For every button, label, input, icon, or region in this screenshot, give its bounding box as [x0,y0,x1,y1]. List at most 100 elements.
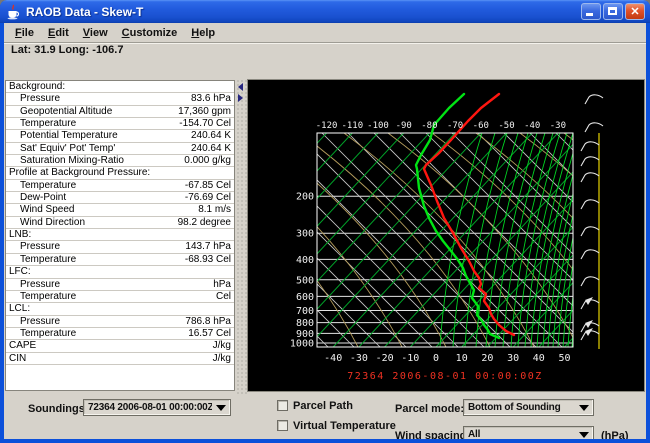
table-row[interactable]: LCL: [6,303,234,315]
row-label: Temperature [9,118,179,129]
soundings-value: 72364 2006-08-01 00:00:00Z [88,402,212,413]
table-row[interactable]: Saturation Mixing-Ratio0.000 g/kg [6,155,234,167]
main-area: Background:Pressure83.6 hPaGeopotential … [4,79,646,394]
row-label: Wind Direction [9,217,178,228]
maximize-button[interactable] [603,3,623,20]
svg-text:-110: -110 [341,121,363,131]
svg-text:-70: -70 [447,121,463,131]
skew-t-chart[interactable]: -120-110-100-90-80-70-60-50-40-30-40-30-… [247,79,645,392]
wind-spacing-label: Wind spacing: [395,430,470,439]
table-row[interactable]: PressurehPa [6,279,234,291]
checkbox-box[interactable] [277,400,288,411]
row-value: J/kg [213,340,231,351]
svg-text:-20: -20 [376,353,394,364]
row-label: LCL: [9,303,231,314]
row-value: 98.2 degree [178,217,231,228]
row-label: Geopotential Altitude [9,106,178,117]
svg-text:50: 50 [558,353,570,364]
svg-text:600: 600 [296,292,314,303]
table-row[interactable]: Background: [6,81,234,93]
row-label: Wind Speed [9,204,198,215]
table-row[interactable]: CINJ/kg [6,353,234,365]
svg-text:40: 40 [533,353,545,364]
svg-text:-10: -10 [401,353,419,364]
table-row[interactable]: Temperature-154.70 Cel [6,118,234,130]
table-row[interactable]: Profile at Background Pressure: [6,167,234,179]
table-row[interactable]: Wind Direction98.2 degree [6,217,234,229]
row-label: LFC: [9,266,231,277]
menubar: FileEditViewCustomizeHelp [4,23,646,43]
table-row[interactable]: LNB: [6,229,234,241]
row-label: Temperature [9,180,185,191]
checkbox-label: Parcel Path [293,400,353,412]
sounding-data-table: Background:Pressure83.6 hPaGeopotential … [5,80,235,391]
dropdown-arrow-icon [216,405,226,411]
table-row[interactable]: Pressure786.8 hPa [6,316,234,328]
row-label: CIN [9,353,213,364]
svg-text:-40: -40 [524,121,540,131]
row-label: Potential Temperature [9,130,191,141]
collapse-right-icon[interactable] [238,94,243,102]
svg-text:-100: -100 [367,121,389,131]
split-pane-divider[interactable] [236,79,247,394]
menu-help[interactable]: Help [184,25,222,41]
parcel-mode-value: Bottom of Sounding [468,402,575,413]
row-label: Pressure [9,316,185,327]
table-row[interactable]: Dew-Point-76.69 Cel [6,192,234,204]
table-row[interactable]: LFC: [6,266,234,278]
menu-file[interactable]: File [8,25,41,41]
table-row[interactable]: CAPEJ/kg [6,340,234,352]
checkbox-box[interactable] [277,420,288,431]
svg-text:-90: -90 [396,121,412,131]
row-label: Dew-Point [9,192,185,203]
svg-text:-40: -40 [324,353,342,364]
svg-text:72364 2006-08-01 00:00:00Z: 72364 2006-08-01 00:00:00Z [347,371,543,382]
row-value: -76.69 Cel [185,192,231,203]
row-label: Pressure [9,93,191,104]
checkbox-virtual-temperature[interactable]: Virtual Temperature [277,419,396,432]
checkbox-parcel-path[interactable]: Parcel Path [277,399,353,412]
window-title: RAOB Data - Skew-T [26,5,581,19]
menu-view[interactable]: View [76,25,115,41]
row-value: 0.000 g/kg [184,155,231,166]
table-row[interactable]: Pressure83.6 hPa [6,93,234,105]
lat-long-label: Lat: 31.9 Long: -106.7 [4,43,646,58]
table-row[interactable]: Temperature16.57 Cel [6,328,234,340]
row-label: Temperature [9,328,188,339]
close-button[interactable]: ✕ [625,3,645,20]
row-value: J/kg [213,353,231,364]
menu-customize[interactable]: Customize [115,25,185,41]
menu-edit[interactable]: Edit [41,25,76,41]
row-value: 240.64 K [191,130,231,141]
svg-text:400: 400 [296,255,314,266]
table-row[interactable]: Potential Temperature240.64 K [6,130,234,142]
row-label: Profile at Background Pressure: [9,167,231,178]
parcel-mode-combobox[interactable]: Bottom of Sounding [463,399,594,416]
row-label: LNB: [9,229,231,240]
row-label: Temperature [9,291,216,302]
svg-text:-50: -50 [498,121,514,131]
svg-text:1000: 1000 [290,339,314,350]
collapse-left-icon[interactable] [238,83,243,91]
row-label: Pressure [9,241,185,252]
row-value: 17,360 gpm [178,106,231,117]
svg-text:-80: -80 [421,121,437,131]
table-row[interactable]: Sat' Equiv' Pot' Temp'240.64 K [6,143,234,155]
minimize-button[interactable] [581,3,601,20]
app-window: RAOB Data - Skew-T ✕ FileEditViewCustomi… [0,0,650,443]
table-row[interactable]: TemperatureCel [6,291,234,303]
table-row[interactable]: Temperature-68.93 Cel [6,254,234,266]
soundings-combobox[interactable]: 72364 2006-08-01 00:00:00Z [83,399,231,416]
svg-text:0: 0 [433,353,439,364]
table-row[interactable]: Pressure143.7 hPa [6,241,234,253]
table-row[interactable]: Temperature-67.85 Cel [6,180,234,192]
dropdown-arrow-icon [579,405,589,411]
svg-text:-120: -120 [316,121,338,131]
wind-spacing-combobox[interactable]: All [463,426,594,439]
table-row[interactable]: Wind Speed8.1 m/s [6,204,234,216]
row-value: 16.57 Cel [188,328,231,339]
table-row[interactable]: Geopotential Altitude17,360 gpm [6,106,234,118]
row-value: 240.64 K [191,143,231,154]
svg-text:300: 300 [296,229,314,240]
svg-text:10: 10 [456,353,468,364]
